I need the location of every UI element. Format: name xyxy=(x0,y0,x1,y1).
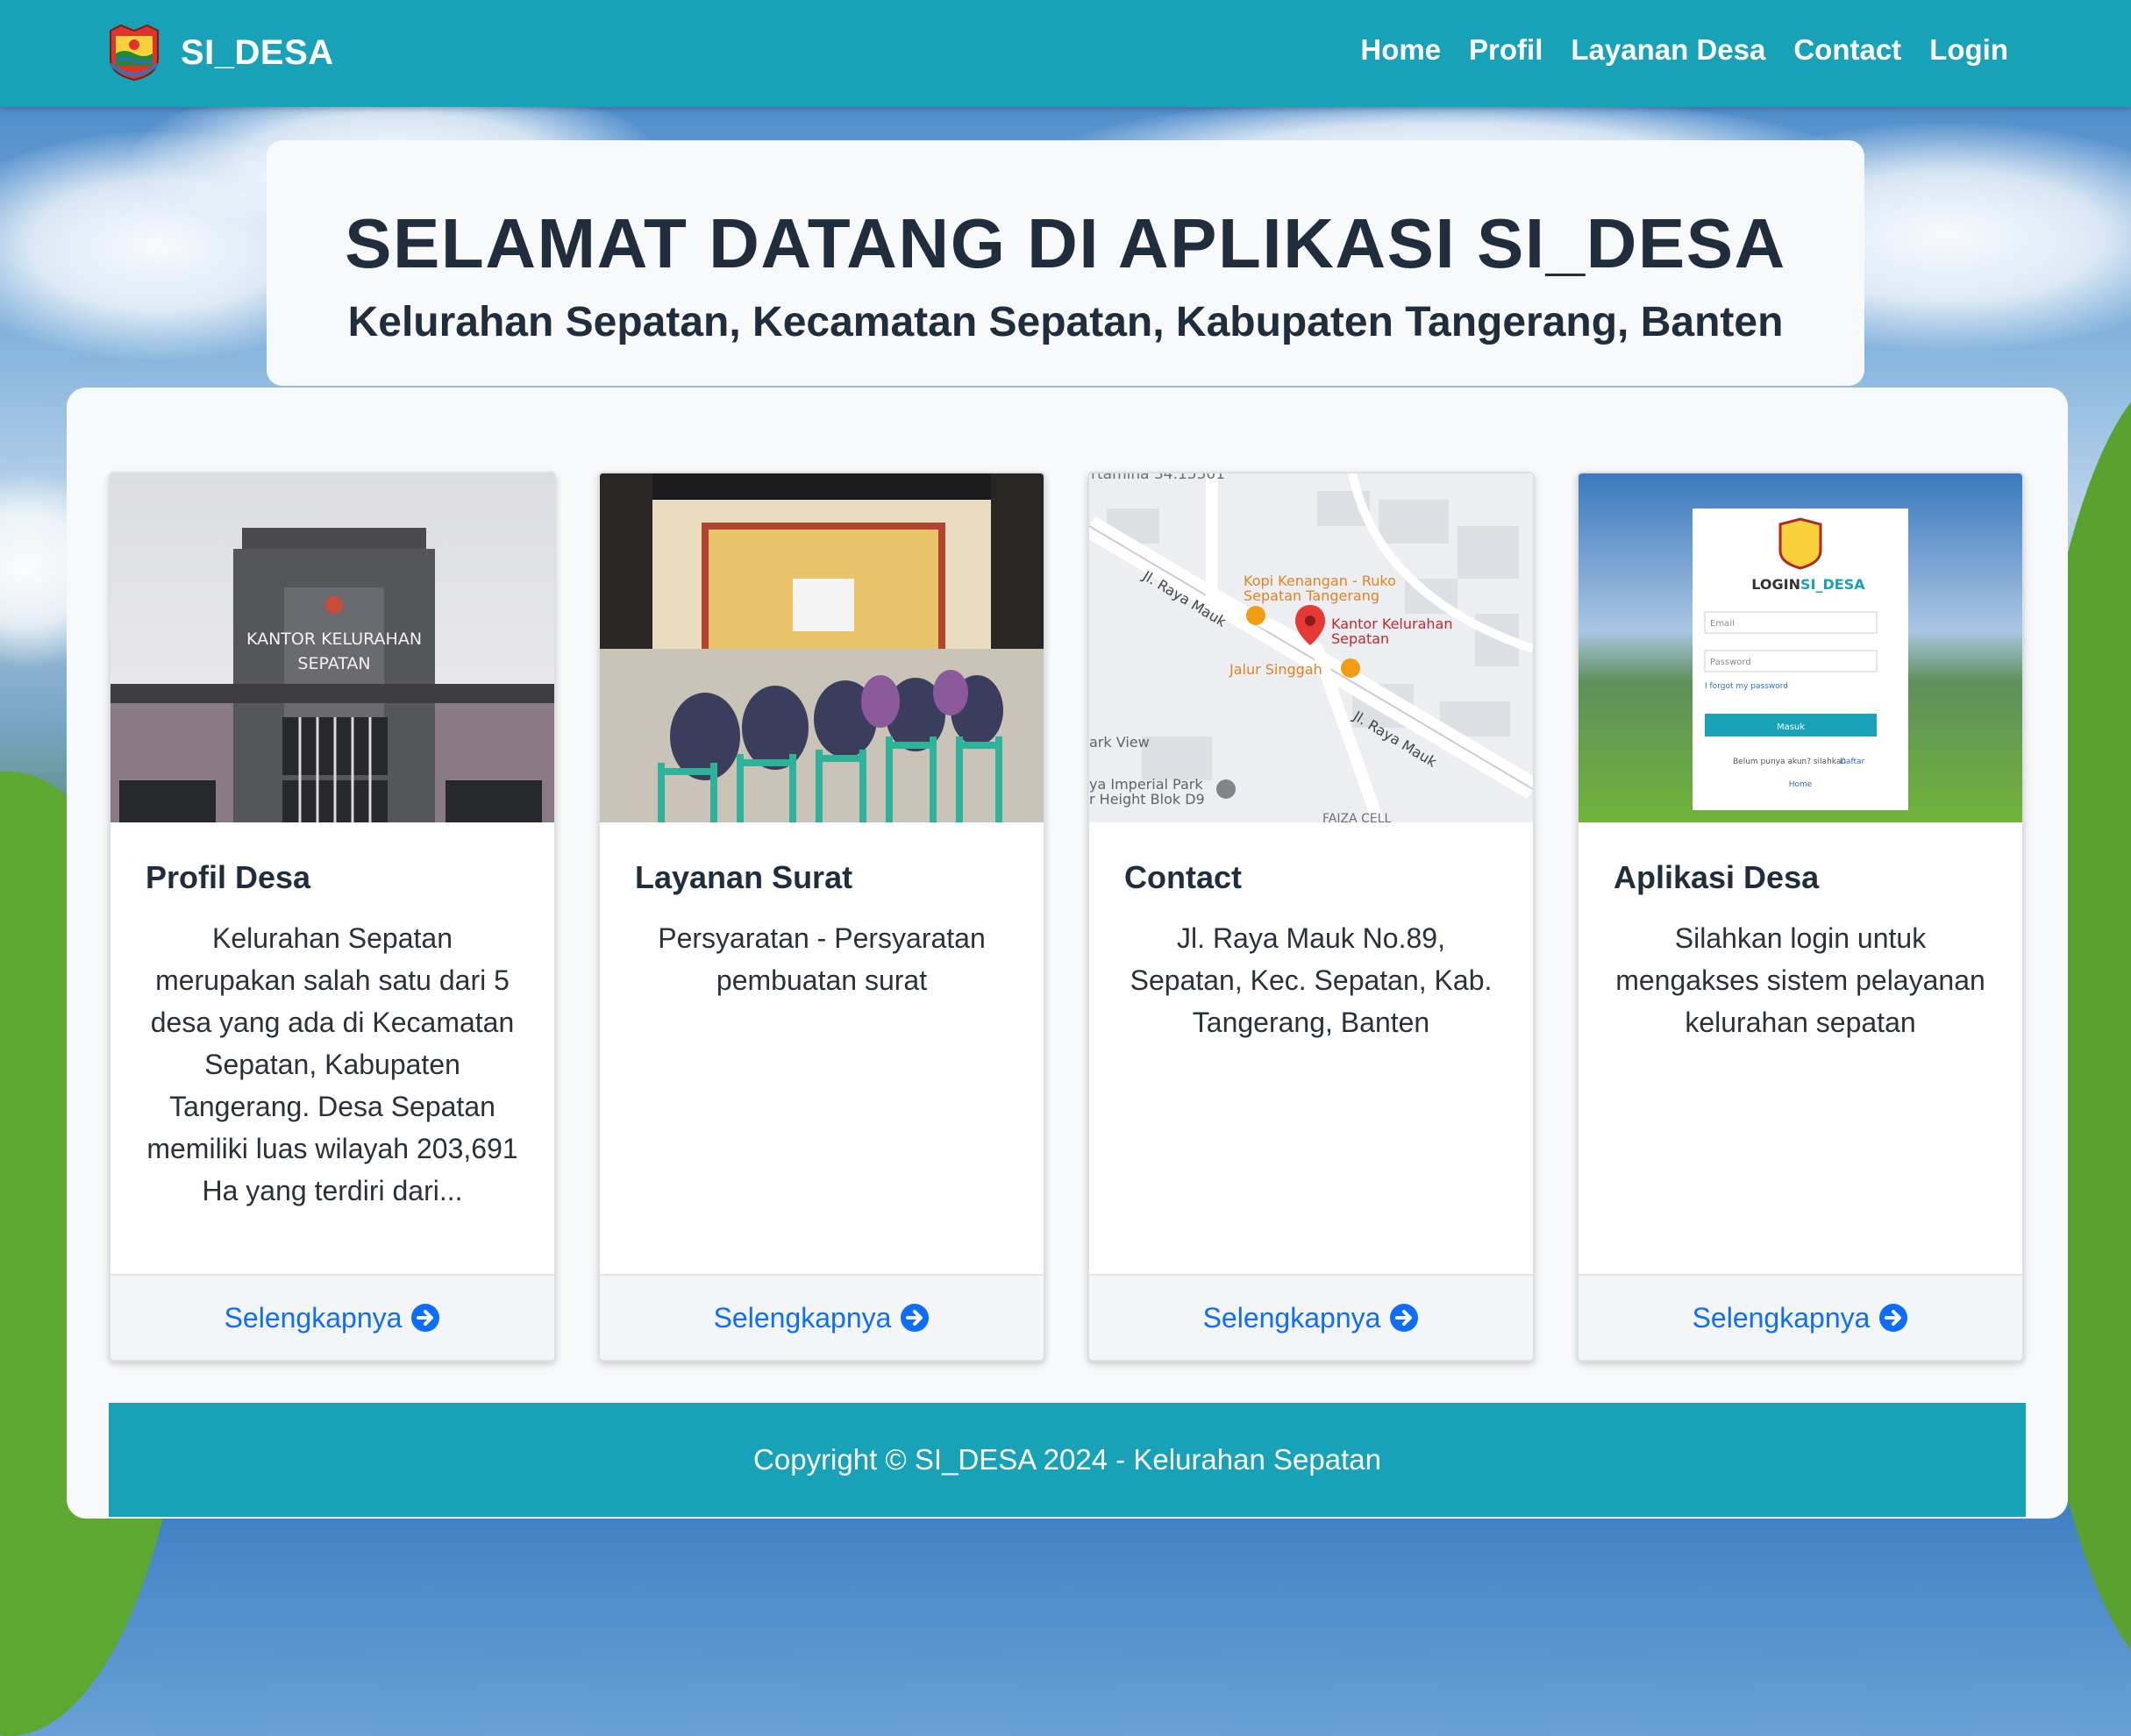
arrow-right-circle-icon xyxy=(901,1304,930,1332)
svg-text:Sepatan Tangerang: Sepatan Tangerang xyxy=(1244,587,1379,604)
svg-text:Password: Password xyxy=(1710,658,1751,667)
svg-text:SI_DESA: SI_DESA xyxy=(1800,576,1865,593)
nav-login[interactable]: Login xyxy=(1929,33,2008,67)
card-title: Profil Desa xyxy=(146,859,311,895)
welcome-title: SELAMAT DATANG DI APLIKASI SI_DESA xyxy=(345,204,1786,282)
selengkapnya-link[interactable]: Selengkapnya xyxy=(225,1302,441,1334)
svg-text:rtamina 34.15501: rtamina 34.15501 xyxy=(1091,473,1225,483)
svg-text:SEPATAN: SEPATAN xyxy=(297,654,370,673)
link-label: Selengkapnya xyxy=(1202,1301,1381,1334)
card-footer: Selengkapnya xyxy=(110,1274,554,1360)
card-contact: rtamina 34.15501 Jl. Raya Mauk Jl. Raya … xyxy=(1087,472,1535,1362)
svg-text:Email: Email xyxy=(1710,619,1735,629)
svg-text:Sepatan: Sepatan xyxy=(1331,630,1389,647)
selengkapnya-link[interactable]: Selengkapnya xyxy=(1693,1302,1909,1334)
nav-home[interactable]: Home xyxy=(1360,33,1441,67)
login-screenshot: LOGIN SI_DESA Email Password I forgot my… xyxy=(1579,473,2022,822)
page-footer: Copyright © SI_DESA 2024 - Kelurahan Sep… xyxy=(109,1403,2026,1517)
card-title: Contact xyxy=(1124,859,1242,895)
card-footer: Selengkapnya xyxy=(1089,1274,1533,1360)
location-map: rtamina 34.15501 Jl. Raya Mauk Jl. Raya … xyxy=(1089,473,1533,822)
kantor-kelurahan-photo: KANTOR KELURAHAN SEPATAN xyxy=(110,473,554,822)
card-text: Kelurahan Sepatan merupakan salah satu d… xyxy=(146,922,518,1206)
welcome-banner: SELAMAT DATANG DI APLIKASI SI_DESA Kelur… xyxy=(267,140,1864,386)
svg-text:Jalur Singgah: Jalur Singgah xyxy=(1229,661,1322,678)
svg-text:I forgot my password: I forgot my password xyxy=(1705,682,1788,691)
arrow-right-circle-icon xyxy=(1390,1304,1419,1332)
selengkapnya-link[interactable]: Selengkapnya xyxy=(714,1302,930,1334)
card-text: Silahkan login untuk mengakses sistem pe… xyxy=(1615,922,1985,1038)
svg-text:r Height Blok D9: r Height Blok D9 xyxy=(1089,791,1205,808)
copyright-text: Copyright © SI_DESA 2024 - Kelurahan Sep… xyxy=(753,1443,1381,1476)
village-emblem-icon xyxy=(109,24,160,82)
svg-text:Daftar: Daftar xyxy=(1840,758,1864,766)
svg-text:ark View: ark View xyxy=(1089,734,1150,751)
card-aplikasi-desa: LOGIN SI_DESA Email Password I forgot my… xyxy=(1577,472,2024,1362)
top-navbar: SI_DESA Home Profil Layanan Desa Contact… xyxy=(0,0,2131,107)
village-meeting-photo xyxy=(600,473,1044,822)
svg-text:Belum punya akun? silahkan: Belum punya akun? silahkan xyxy=(1733,758,1846,766)
svg-text:KANTOR KELURAHAN: KANTOR KELURAHAN xyxy=(246,630,422,649)
card-footer: Selengkapnya xyxy=(600,1274,1044,1360)
welcome-subtitle: Kelurahan Sepatan, Kecamatan Sepatan, Ka… xyxy=(347,299,1784,345)
nav-contact[interactable]: Contact xyxy=(1793,33,1901,67)
link-label: Selengkapnya xyxy=(224,1301,403,1334)
selengkapnya-link[interactable]: Selengkapnya xyxy=(1203,1302,1420,1334)
card-title: Aplikasi Desa xyxy=(1614,859,1820,895)
svg-text:LOGIN: LOGIN xyxy=(1751,576,1800,593)
link-label: Selengkapnya xyxy=(713,1301,892,1334)
card-text: Persyaratan - Persyaratan pembuatan sura… xyxy=(658,922,986,996)
link-label: Selengkapnya xyxy=(1692,1301,1871,1334)
card-layanan-surat: Layanan Surat Persyaratan - Persyaratan … xyxy=(598,472,1045,1362)
svg-text:FAIZA CELL: FAIZA CELL xyxy=(1322,812,1392,822)
arrow-right-circle-icon xyxy=(411,1304,440,1332)
card-profil-desa: KANTOR KELURAHAN SEPATAN Profil Desa Kel… xyxy=(109,472,556,1362)
svg-text:Home: Home xyxy=(1789,780,1813,789)
brand-name: SI_DESA xyxy=(181,32,334,72)
svg-text:Masuk: Masuk xyxy=(1777,722,1805,732)
brand[interactable]: SI_DESA xyxy=(107,22,334,83)
arrow-right-circle-icon xyxy=(1879,1304,1908,1332)
card-footer: Selengkapnya xyxy=(1579,1274,2022,1360)
main-nav: Home Profil Layanan Desa Contact Login xyxy=(1360,33,2008,67)
card-title: Layanan Surat xyxy=(635,859,853,895)
main-content: KANTOR KELURAHAN SEPATAN Profil Desa Kel… xyxy=(67,388,2068,1519)
card-text: Jl. Raya Mauk No.89, Sepatan, Kec. Sepat… xyxy=(1130,922,1493,1038)
nav-layanan-desa[interactable]: Layanan Desa xyxy=(1571,33,1765,67)
nav-profil[interactable]: Profil xyxy=(1469,33,1543,67)
